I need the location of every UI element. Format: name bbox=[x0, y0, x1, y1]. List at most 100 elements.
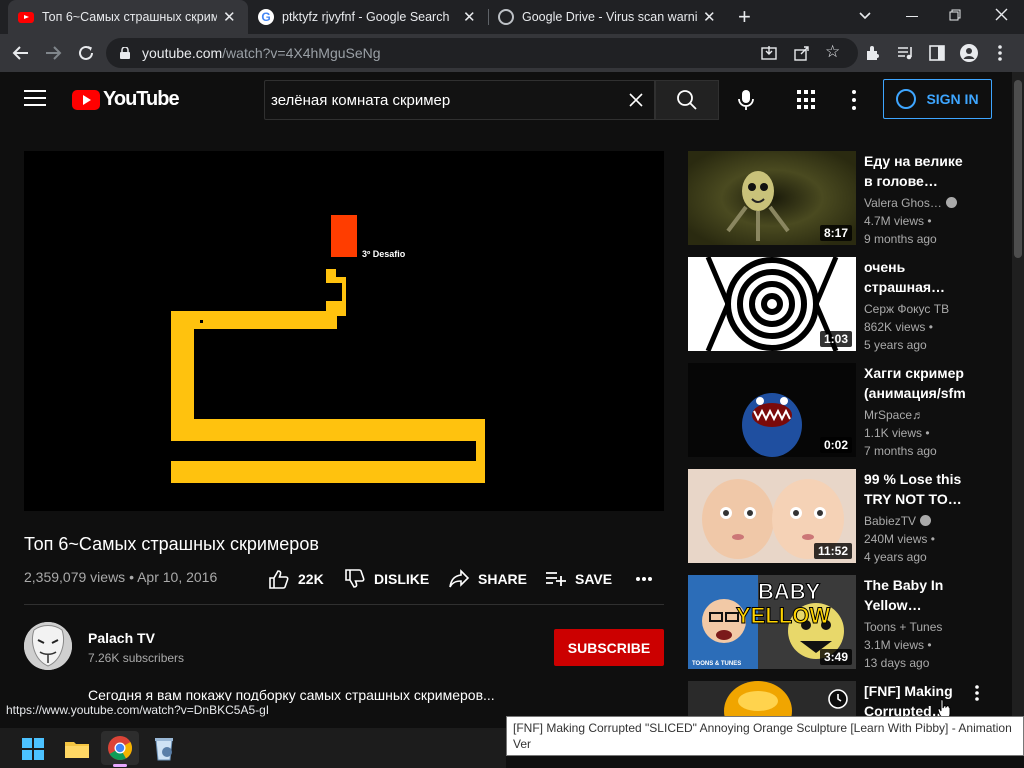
thumbnail-text-baby: BABY bbox=[758, 579, 821, 604]
browser-toolbar: youtube.com/watch?v=4X4hMguSeNg ☆ bbox=[0, 34, 1024, 72]
video-thumbnail[interactable]: 1:03 bbox=[688, 257, 856, 351]
recommendation-title[interactable]: The Baby In Yellow… bbox=[864, 575, 974, 615]
more-actions-icon[interactable] bbox=[635, 576, 653, 582]
thumbs-up-icon bbox=[269, 570, 289, 589]
tab-title: Топ 6~Самых страшных скримеров bbox=[42, 10, 217, 24]
browser-menu-icon[interactable] bbox=[997, 44, 1003, 62]
subscriber-count: 7.26K subscribers bbox=[88, 651, 185, 665]
windows-start-icon[interactable] bbox=[20, 734, 48, 762]
tab-title: Google Drive - Virus scan warning bbox=[522, 10, 697, 24]
recommendation-age: 9 months ago bbox=[864, 232, 937, 246]
back-arrow-icon[interactable] bbox=[8, 40, 34, 66]
video-duration: 0:02 bbox=[819, 437, 852, 453]
add-to-playlist-icon bbox=[546, 572, 566, 586]
video-thumbnail[interactable]: BABY YELLOW TOONS & TUNES 3:49 bbox=[688, 575, 856, 669]
search-input-value: зелёная комната скример bbox=[271, 91, 451, 109]
channel-name[interactable]: Palach TV bbox=[88, 630, 155, 646]
apps-grid-icon[interactable] bbox=[797, 90, 817, 110]
recommendation-views: 862K views • bbox=[864, 320, 933, 334]
search-input[interactable]: зелёная комната скример bbox=[264, 80, 655, 120]
close-icon[interactable]: ✕ bbox=[463, 8, 476, 26]
youtube-logo[interactable]: YouTube bbox=[72, 88, 180, 111]
address-bar[interactable]: youtube.com/watch?v=4X4hMguSeNg bbox=[106, 38, 858, 68]
maze-goal-square bbox=[331, 215, 357, 257]
restore-icon[interactable] bbox=[949, 9, 961, 21]
subscribe-button[interactable]: SUBSCRIBE bbox=[554, 629, 664, 666]
forward-arrow-icon[interactable] bbox=[40, 40, 66, 66]
page-scrollbar[interactable] bbox=[1012, 72, 1024, 728]
recommendation-item[interactable]: 11:52 99 % Lose this TRY NOT TO… BabiezT… bbox=[688, 469, 998, 564]
close-icon[interactable]: ✕ bbox=[223, 8, 236, 26]
chrome-icon[interactable] bbox=[106, 734, 134, 762]
window-close-icon[interactable] bbox=[995, 8, 1008, 21]
dislike-button[interactable]: DISLIKE bbox=[344, 568, 429, 590]
recommendation-views: 1.1K views • bbox=[864, 426, 930, 440]
recommendation-channel[interactable]: Toons + Tunes bbox=[864, 620, 942, 634]
search-button[interactable] bbox=[655, 80, 719, 120]
recommendation-title[interactable]: 99 % Lose this TRY NOT TO… bbox=[864, 469, 974, 509]
maze-cursor-dot bbox=[200, 320, 203, 323]
close-icon[interactable]: ✕ bbox=[703, 8, 716, 26]
recommendation-title[interactable]: [FNF] Making Corrupted… bbox=[864, 681, 974, 721]
file-explorer-icon[interactable] bbox=[63, 734, 91, 762]
recommendation-title[interactable]: Хагги скример (анимация/sfm bbox=[864, 363, 994, 403]
recommendation-item[interactable]: 0:02 Хагги скример (анимация/sfm MrSpace… bbox=[688, 363, 998, 458]
recommendation-menu-icon[interactable] bbox=[974, 685, 980, 701]
youtube-favicon-icon bbox=[18, 11, 34, 23]
video-duration: 3:49 bbox=[819, 649, 852, 665]
tab-search-chevron-icon[interactable] bbox=[858, 9, 872, 23]
voice-search-button[interactable] bbox=[730, 84, 762, 116]
minimize-icon[interactable] bbox=[906, 16, 918, 17]
bookmark-star-icon[interactable]: ☆ bbox=[825, 42, 840, 62]
recommendation-age: 5 years ago bbox=[864, 338, 927, 352]
lock-icon bbox=[120, 47, 130, 59]
like-button[interactable]: 22K bbox=[268, 568, 324, 590]
browser-tab-bar: Топ 6~Самых страшных скримеров ✕ G ptkty… bbox=[0, 0, 1024, 34]
video-thumbnail[interactable]: 0:02 bbox=[688, 363, 856, 457]
browser-tab-youtube[interactable]: Топ 6~Самых страшных скримеров ✕ bbox=[8, 0, 248, 34]
settings-more-icon[interactable] bbox=[846, 90, 862, 110]
side-panel-icon[interactable] bbox=[929, 45, 945, 61]
clear-search-icon[interactable] bbox=[628, 92, 644, 108]
share-page-icon[interactable] bbox=[794, 45, 810, 61]
recommendation-channel[interactable]: Valera Ghos… bbox=[864, 196, 957, 210]
video-thumbnail[interactable]: 11:52 bbox=[688, 469, 856, 563]
new-tab-button[interactable]: + bbox=[738, 4, 751, 30]
profile-icon[interactable] bbox=[960, 44, 978, 62]
recommendation-title[interactable]: очень страшная… bbox=[864, 257, 974, 297]
extensions-puzzle-icon[interactable] bbox=[865, 45, 881, 61]
recommendation-channel[interactable]: BabiezTV bbox=[864, 514, 932, 528]
recycle-bin-icon[interactable] bbox=[150, 734, 178, 762]
video-thumbnail[interactable]: 8:17 bbox=[688, 151, 856, 245]
share-label: SHARE bbox=[478, 571, 528, 587]
sign-in-button[interactable]: SIGN IN bbox=[883, 79, 992, 119]
menu-icon[interactable] bbox=[24, 90, 46, 108]
video-duration: 8:17 bbox=[819, 225, 852, 241]
video-player[interactable]: 3º Desafio bbox=[24, 151, 664, 511]
scrollbar-thumb[interactable] bbox=[1014, 80, 1022, 258]
save-button[interactable]: SAVE bbox=[545, 568, 612, 590]
windows-taskbar bbox=[0, 728, 506, 768]
divider bbox=[24, 604, 664, 605]
globe-favicon-icon bbox=[498, 9, 514, 25]
video-title: Топ 6~Самых страшных скримеров bbox=[24, 534, 319, 554]
thumbs-down-icon bbox=[345, 569, 365, 588]
share-button[interactable]: SHARE bbox=[448, 568, 527, 590]
install-app-icon[interactable] bbox=[761, 45, 777, 61]
tab-title: ptktyfz rjvyfnf - Google Search bbox=[282, 10, 450, 24]
recommendation-views: 3.1M views • bbox=[864, 638, 932, 652]
recommendation-item[interactable]: 8:17 Еду на велике в голове… Valera Ghos… bbox=[688, 151, 998, 246]
browser-tab-google-search[interactable]: G ptktyfz rjvyfnf - Google Search ✕ bbox=[248, 0, 488, 34]
watch-later-clock-icon[interactable] bbox=[828, 689, 848, 709]
recommendation-item[interactable]: 1:03 очень страшная… Серж Фокус ТВ 862K … bbox=[688, 257, 998, 352]
reload-icon[interactable] bbox=[73, 40, 99, 66]
recommendation-channel[interactable]: Серж Фокус ТВ bbox=[864, 302, 949, 316]
recommendation-title[interactable]: Еду на велике в голове… bbox=[864, 151, 974, 191]
recommendation-channel[interactable]: MrSpace♬ bbox=[864, 408, 924, 422]
media-queue-icon[interactable] bbox=[897, 45, 915, 61]
dislike-label: DISLIKE bbox=[374, 571, 430, 587]
recommendation-item[interactable]: BABY YELLOW TOONS & TUNES 3:49 The Baby … bbox=[688, 575, 998, 670]
channel-avatar[interactable] bbox=[24, 622, 72, 670]
browser-tab-google-drive[interactable]: Google Drive - Virus scan warning ✕ bbox=[488, 0, 728, 34]
thumbnail-text-toons: TOONS & TUNES bbox=[692, 661, 741, 667]
